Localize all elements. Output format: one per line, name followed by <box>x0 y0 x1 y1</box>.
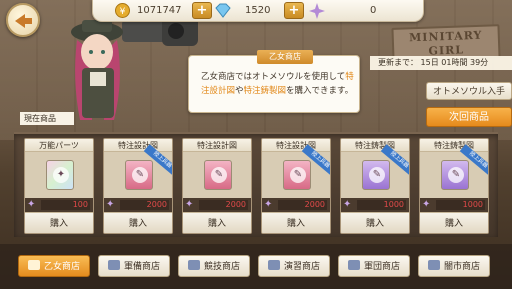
tab-shop-1[interactable]: 軍備商店 <box>98 255 170 277</box>
soul-currency-icon: ✦ <box>106 199 115 210</box>
next-item-button[interactable]: 次回商品 <box>426 107 512 127</box>
item-price: 2000 <box>120 200 169 210</box>
buy-button[interactable]: 購入 <box>341 212 409 233</box>
tab-label: 軍備商店 <box>123 262 160 272</box>
item-card[interactable]: 特注設計図 ✎ 陸上兵器 ✦ 2000 購入 <box>103 138 173 234</box>
item-image: ✎ 陸上兵器 <box>420 144 488 198</box>
blueprint-icon: ✎ <box>204 160 232 190</box>
refresh-timer: 更新まで： 15日 01時間 39分 <box>370 56 512 70</box>
item-name: 特注鋳製図 <box>420 139 488 152</box>
coin-count: 1071747 <box>137 5 182 16</box>
character-illustration <box>71 16 198 120</box>
buy-button[interactable]: 購入 <box>25 212 93 233</box>
item-image: ✎ 陸上兵器 <box>104 144 172 198</box>
back-arrow-stem <box>24 18 32 24</box>
price-row: ✦ 1000 <box>420 198 488 212</box>
item-price: 1000 <box>436 200 485 210</box>
dialog-text-after: を購入できます。 <box>286 86 354 96</box>
item-glyph-icon: ✎ <box>448 167 464 183</box>
tab-label: 軍団商店 <box>363 262 400 272</box>
blueprint-icon: ✎ <box>441 160 469 190</box>
shop-tab-icon <box>27 260 40 270</box>
buy-button[interactable]: 購入 <box>183 212 251 233</box>
item-card[interactable]: 特注設計図 ✎ 陸上兵器 ✦ 2000 購入 <box>261 138 331 234</box>
tab-shop-5[interactable]: 闇市商店 <box>418 255 490 277</box>
parts-icon: ✦ <box>46 160 74 190</box>
soul-currency-icon: ✦ <box>264 199 273 210</box>
current-items-label: 現在商品 <box>20 112 74 125</box>
dialog-title: 乙女商店 <box>257 50 313 64</box>
tab-shop-4[interactable]: 軍団商店 <box>338 255 410 277</box>
item-name: 特注設計図 <box>104 139 172 152</box>
diamond-icon <box>215 3 231 18</box>
dialog-text-before: 乙女商店ではオトメソウルを使用して <box>201 72 346 82</box>
back-button[interactable] <box>6 3 40 37</box>
diamond-count: 1520 <box>245 5 271 16</box>
item-price: 2000 <box>278 200 327 210</box>
item-image: ✎ 陸上兵器 <box>341 144 409 198</box>
shop-tab-icon <box>107 260 120 270</box>
price-row: ✦ 2000 <box>104 198 172 212</box>
item-price: 100 <box>41 200 90 210</box>
tab-label: 演習商店 <box>283 262 320 272</box>
item-card[interactable]: 特注鋳製図 ✎ 陸上兵器 ✦ 1000 購入 <box>340 138 410 234</box>
coin-icon: ¥ <box>115 3 130 18</box>
item-price: 2000 <box>199 200 248 210</box>
price-row: ✦ 100 <box>25 198 93 212</box>
shop-tab-icon <box>427 260 440 270</box>
price-row: ✦ 2000 <box>262 198 330 212</box>
soul-count: 0 <box>370 5 377 16</box>
item-image: ✦ <box>25 152 93 198</box>
soul-sparkle-icon <box>309 3 325 19</box>
item-image: ✎ 陸上兵器 <box>262 144 330 198</box>
item-image: ✎ <box>183 152 251 198</box>
tab-label: 闇市商店 <box>443 262 480 272</box>
price-row: ✦ 2000 <box>183 198 251 212</box>
shop-tab-icon <box>267 260 280 270</box>
item-name: 特注設計図 <box>183 139 251 152</box>
item-glyph-icon: ✎ <box>132 167 148 183</box>
item-price: 1000 <box>357 200 406 210</box>
item-card[interactable]: 万能パーツ ✦ ✦ 100 購入 <box>24 138 94 234</box>
shop-tab-icon <box>187 260 200 270</box>
item-name: 特注鋳製図 <box>341 139 409 152</box>
soul-currency-icon: ✦ <box>343 199 352 210</box>
buy-button[interactable]: 購入 <box>104 212 172 233</box>
soul-currency-icon: ✦ <box>185 199 194 210</box>
item-glyph-icon: ✦ <box>53 167 69 183</box>
soul-currency-icon: ✦ <box>422 199 431 210</box>
item-card[interactable]: 特注設計図 ✎ ✦ 2000 購入 <box>182 138 252 234</box>
tab-label: 競技商店 <box>203 262 240 272</box>
item-card[interactable]: 特注鋳製図 ✎ 陸上兵器 ✦ 1000 購入 <box>419 138 489 234</box>
item-name: 万能パーツ <box>25 139 93 152</box>
tab-shop-2[interactable]: 競技商店 <box>178 255 250 277</box>
dialog-text: 乙女商店ではオトメソウルを使用して特注設計図や特注鋳製図を購入できます。 <box>201 70 355 98</box>
add-coins-button[interactable]: + <box>192 2 212 19</box>
shop-dialog: 乙女商店 乙女商店ではオトメソウルを使用して特注設計図や特注鋳製図を購入できます… <box>188 50 360 113</box>
item-glyph-icon: ✎ <box>369 167 385 183</box>
item-glyph-icon: ✎ <box>290 167 306 183</box>
highlight-cast: 特注鋳製図 <box>243 86 287 96</box>
item-glyph-icon: ✎ <box>211 167 227 183</box>
add-diamonds-button[interactable]: + <box>284 2 304 19</box>
buy-button[interactable]: 購入 <box>262 212 330 233</box>
blueprint-icon: ✎ <box>125 160 153 190</box>
item-name: 特注設計図 <box>262 139 330 152</box>
tab-shop-0[interactable]: 乙女商店 <box>18 255 90 277</box>
blueprint-icon: ✎ <box>362 160 390 190</box>
tab-label: 乙女商店 <box>43 262 80 272</box>
price-row: ✦ 1000 <box>341 198 409 212</box>
blueprint-icon: ✎ <box>283 160 311 190</box>
tab-shop-3[interactable]: 演習商店 <box>258 255 330 277</box>
soul-currency-icon: ✦ <box>27 199 36 210</box>
otome-soul-button[interactable]: オトメソウル入手 <box>426 82 512 100</box>
svg-text:¥: ¥ <box>120 7 126 17</box>
resource-bar: ¥ 1071747 + 1520 + 0 <box>92 0 424 22</box>
dialog-text-mid: や <box>235 86 244 96</box>
buy-button[interactable]: 購入 <box>420 212 488 233</box>
shop-tab-icon <box>347 260 360 270</box>
